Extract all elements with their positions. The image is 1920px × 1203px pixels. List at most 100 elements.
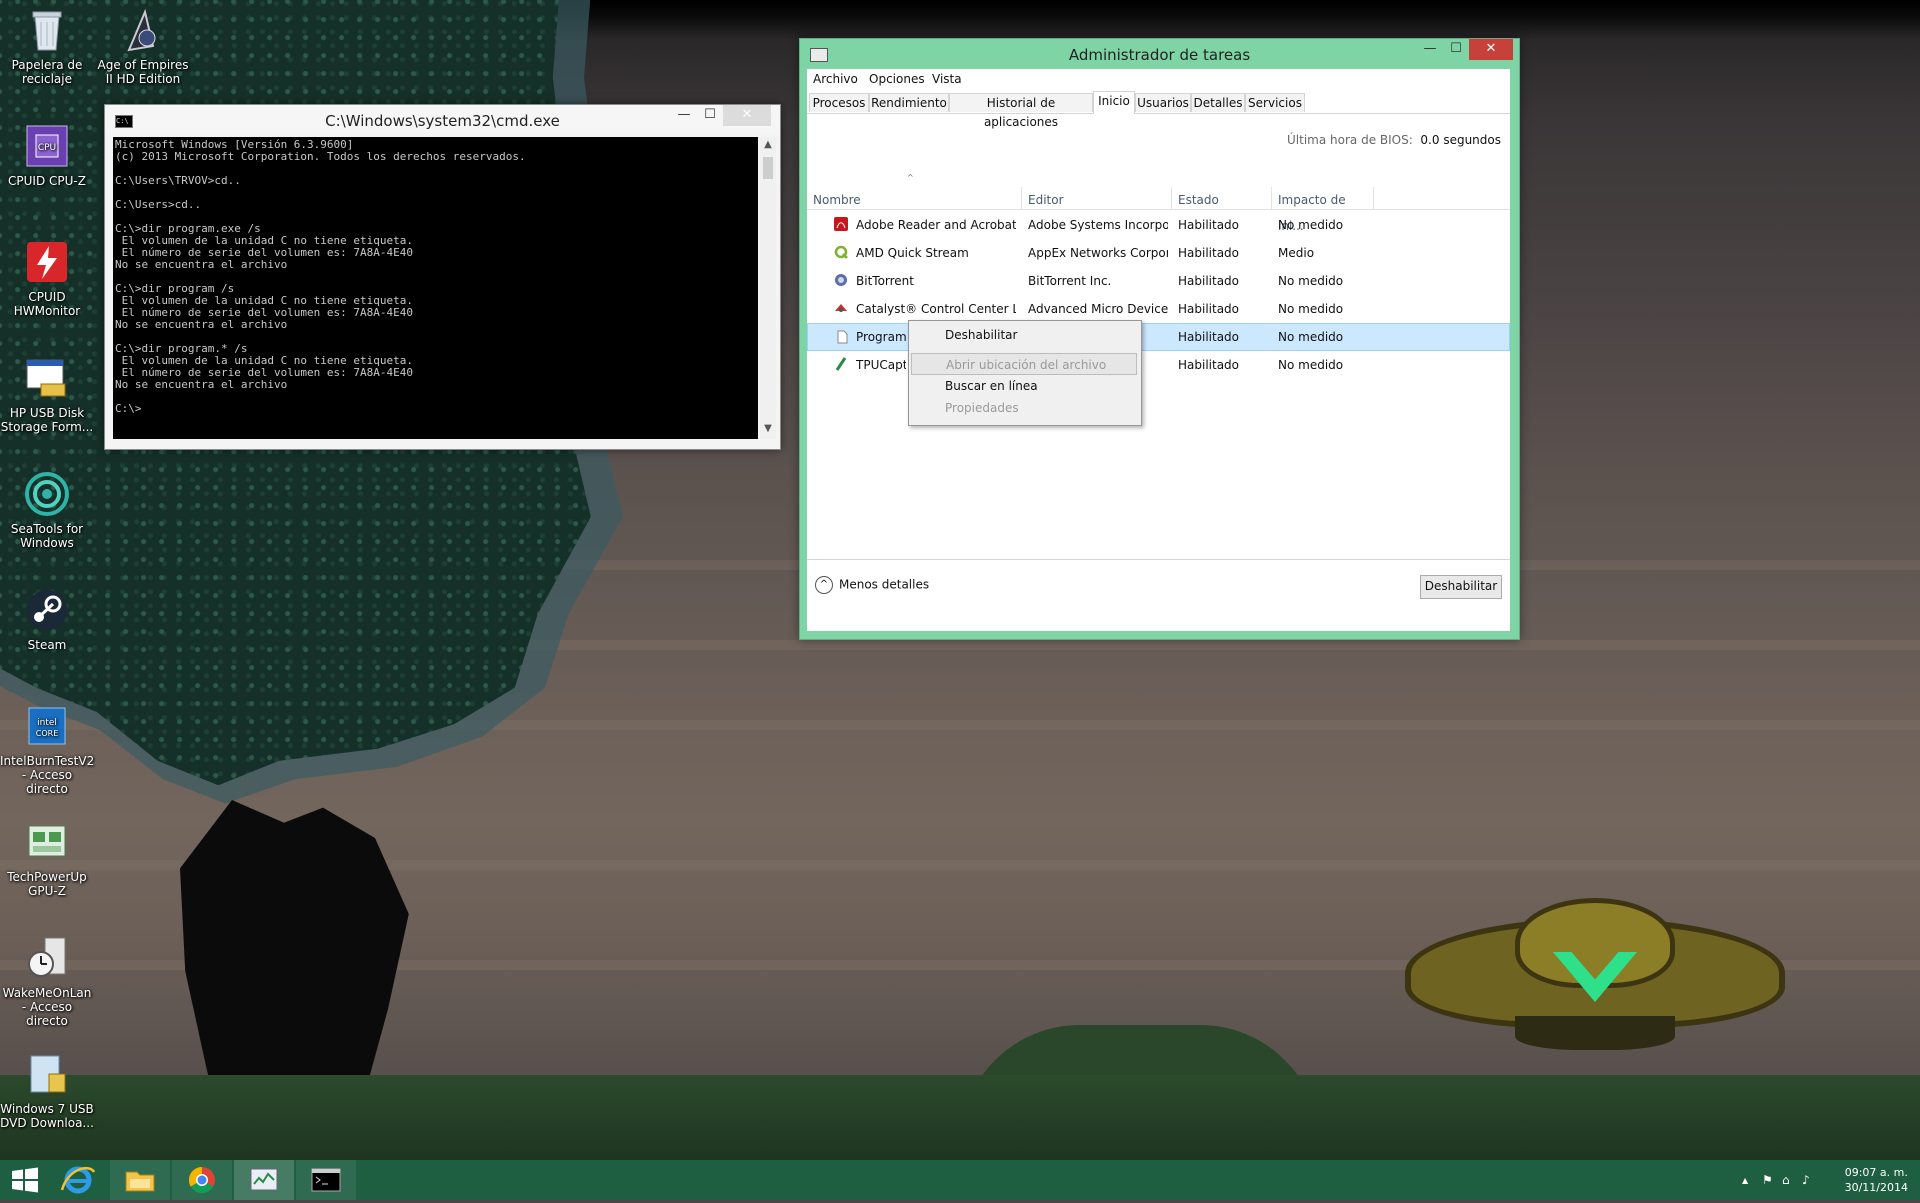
menu-vista[interactable]: Vista <box>932 72 962 86</box>
table-row[interactable]: AMD Quick Stream AppEx Networks Corpor..… <box>807 239 1510 267</box>
cmd-close-button[interactable]: ✕ <box>723 105 771 126</box>
folder-icon <box>125 1171 155 1192</box>
context-item-search-online[interactable]: Buscar en línea <box>911 375 1137 397</box>
disable-button[interactable]: Deshabilitar <box>1420 575 1502 599</box>
desktop-icon-cpuz[interactable]: CPU CPUID CPU-Z <box>0 122 94 188</box>
menu-opciones[interactable]: Opciones <box>869 72 925 86</box>
console-icon <box>311 1168 341 1192</box>
task-manager-minimize-button[interactable]: — <box>1417 39 1443 60</box>
task-manager-maximize-button[interactable]: ☐ <box>1443 39 1469 60</box>
svg-text:intel: intel <box>37 718 57 728</box>
volume-icon[interactable]: ♪ <box>1802 1173 1810 1187</box>
recycle-bin-icon <box>23 6 71 54</box>
desktop-icon-seatools[interactable]: SeaTools for Windows <box>0 470 94 550</box>
cmd-maximize-button[interactable]: ☐ <box>697 105 723 126</box>
clock[interactable]: 09:07 a. m. 30/11/2014 <box>1845 1165 1908 1195</box>
bittorrent-icon <box>835 274 847 286</box>
row-publisher: Adobe Systems Incorpor... <box>1028 218 1168 232</box>
desktop-icon-win7usb[interactable]: Windows 7 USB DVD Downloa... <box>0 1050 94 1130</box>
task-manager-close-button[interactable]: ✕ <box>1469 39 1513 60</box>
catalyst-icon <box>835 304 847 312</box>
chevron-up-icon: ^ <box>815 576 833 594</box>
column-nombre[interactable]: Nombre <box>807 187 1022 209</box>
seatools-icon <box>23 470 71 518</box>
task-manager-title: Administrador de tareas <box>1068 46 1251 64</box>
tab-servicios[interactable]: Servicios <box>1245 93 1305 112</box>
cmd-scrollbar[interactable]: ▲ ▼ <box>760 137 776 439</box>
desktop-icon-wakemeonlan[interactable]: WakeMeOnLan - Acceso directo <box>0 934 94 1028</box>
row-status: Habilitado <box>1178 330 1240 344</box>
cmd-window[interactable]: C:\ C:\Windows\system32\cmd.exe — ☐ ✕ Mi… <box>104 104 781 450</box>
console-output[interactable]: Microsoft Windows [Versión 6.3.9600] (c)… <box>113 137 758 439</box>
taskbar-cmd[interactable] <box>296 1160 356 1200</box>
desktop-icon-age-of-empires[interactable]: Age of Empires II HD Edition <box>96 6 190 86</box>
taskbar-task-manager[interactable] <box>234 1160 294 1200</box>
gpuz-icon <box>23 818 71 866</box>
age-of-empires-icon <box>119 6 167 54</box>
desktop-icon-gpuz[interactable]: TechPowerUp GPU-Z <box>0 818 94 898</box>
row-status: Habilitado <box>1178 274 1240 288</box>
show-hidden-icons-icon[interactable]: ▲ <box>1742 1176 1748 1185</box>
scroll-up-arrow-icon[interactable]: ▲ <box>760 139 776 150</box>
row-publisher: Advanced Micro Device... <box>1028 302 1168 316</box>
menu-archivo[interactable]: Archivo <box>813 72 858 86</box>
desktop-icon-recycle-bin[interactable]: Papelera de reciclaje <box>0 6 94 86</box>
row-publisher: AppEx Networks Corpor... <box>1028 246 1168 260</box>
desktop-icon-hp-usb[interactable]: HP USB Disk Storage Form... <box>0 354 94 434</box>
scroll-down-arrow-icon[interactable]: ▼ <box>760 423 776 434</box>
tab-historial[interactable]: Historial de aplicaciones <box>949 93 1093 129</box>
tab-procesos[interactable]: Procesos <box>809 93 869 112</box>
row-impact: No medido <box>1278 330 1344 344</box>
quickstream-icon <box>834 245 848 259</box>
table-row[interactable]: Adobe Reader and Acrobat ... Adobe Syste… <box>807 211 1510 239</box>
tab-inicio[interactable]: Inicio <box>1093 91 1135 114</box>
column-editor[interactable]: Editor <box>1022 187 1172 209</box>
task-manager-title-bar[interactable]: Administrador de tareas — ☐ ✕ <box>800 39 1519 69</box>
row-name: TPUCapt <box>856 358 906 372</box>
bios-time: Última hora de BIOS: 0.0 segundos <box>1287 133 1501 147</box>
column-impacto[interactable]: Impacto de ini... <box>1272 187 1374 233</box>
taskbar-internet-explorer[interactable] <box>48 1160 108 1200</box>
task-manager-icon <box>250 1168 278 1191</box>
tab-rendimiento[interactable]: Rendimiento <box>869 93 949 112</box>
bios-time-label: Última hora de BIOS: <box>1287 133 1413 147</box>
hp-usb-icon <box>23 354 71 402</box>
cmd-minimize-button[interactable]: — <box>671 105 697 126</box>
desktop-icon-intelburntest[interactable]: intel CORE IntelBurnTestV2 - Acceso direc… <box>0 702 94 796</box>
blank-file-icon <box>837 330 848 344</box>
tab-usuarios[interactable]: Usuarios <box>1135 93 1191 112</box>
cmd-title-bar[interactable]: C:\ C:\Windows\system32\cmd.exe — ☐ ✕ <box>105 105 780 135</box>
sort-ascending-icon: ^ <box>907 173 914 182</box>
desktop-icon-hwmonitor[interactable]: CPUID HWMonitor <box>0 238 94 318</box>
network-icon[interactable]: ⌂ <box>1782 1173 1790 1187</box>
row-impact: No medido <box>1278 302 1344 316</box>
action-center-flag-icon[interactable]: ⚑ <box>1762 1173 1773 1187</box>
tab-strip: Procesos Rendimiento Historial de aplica… <box>807 91 1510 129</box>
context-item-disable[interactable]: Deshabilitar <box>911 324 1137 346</box>
fewer-details-button[interactable]: ^ Menos detalles <box>815 576 929 594</box>
alarm-clock-icon <box>23 934 71 982</box>
svg-text:CORE: CORE <box>36 729 59 738</box>
intel-icon: intel CORE <box>23 702 71 750</box>
row-status: Habilitado <box>1178 218 1240 232</box>
desktop-icon-steam[interactable]: Steam <box>0 586 94 652</box>
context-item-open-file-location[interactable]: Abrir ubicación del archivo <box>911 353 1137 375</box>
scroll-thumb[interactable] <box>763 157 773 179</box>
table-row[interactable]: Catalyst® Control Center La... Advanced … <box>807 295 1510 323</box>
row-publisher: BitTorrent Inc. <box>1028 274 1112 288</box>
row-impact: No medido <box>1278 358 1344 372</box>
system-tray: ▲ ⚑ ⌂ ♪ 09:07 a. m. 30/11/2014 <box>1720 1160 1920 1200</box>
table-row[interactable]: BitTorrent BitTorrent Inc. Habilitado No… <box>807 267 1510 295</box>
taskbar-file-explorer[interactable] <box>110 1160 170 1200</box>
startup-table-header: Nombre Editor Estado Impacto de ini... <box>807 187 1510 233</box>
context-item-properties[interactable]: Propiedades <box>911 397 1137 419</box>
row-status: Habilitado <box>1178 358 1240 372</box>
taskbar-chrome[interactable] <box>172 1160 232 1200</box>
column-estado[interactable]: Estado <box>1172 187 1272 209</box>
internet-explorer-icon <box>60 1166 96 1194</box>
tab-detalles[interactable]: Detalles <box>1191 93 1245 112</box>
bios-time-value: 0.0 segundos <box>1420 133 1501 147</box>
row-status: Habilitado <box>1178 302 1240 316</box>
clock-time: 09:07 a. m. <box>1844 1166 1908 1179</box>
chrome-icon <box>188 1166 215 1194</box>
